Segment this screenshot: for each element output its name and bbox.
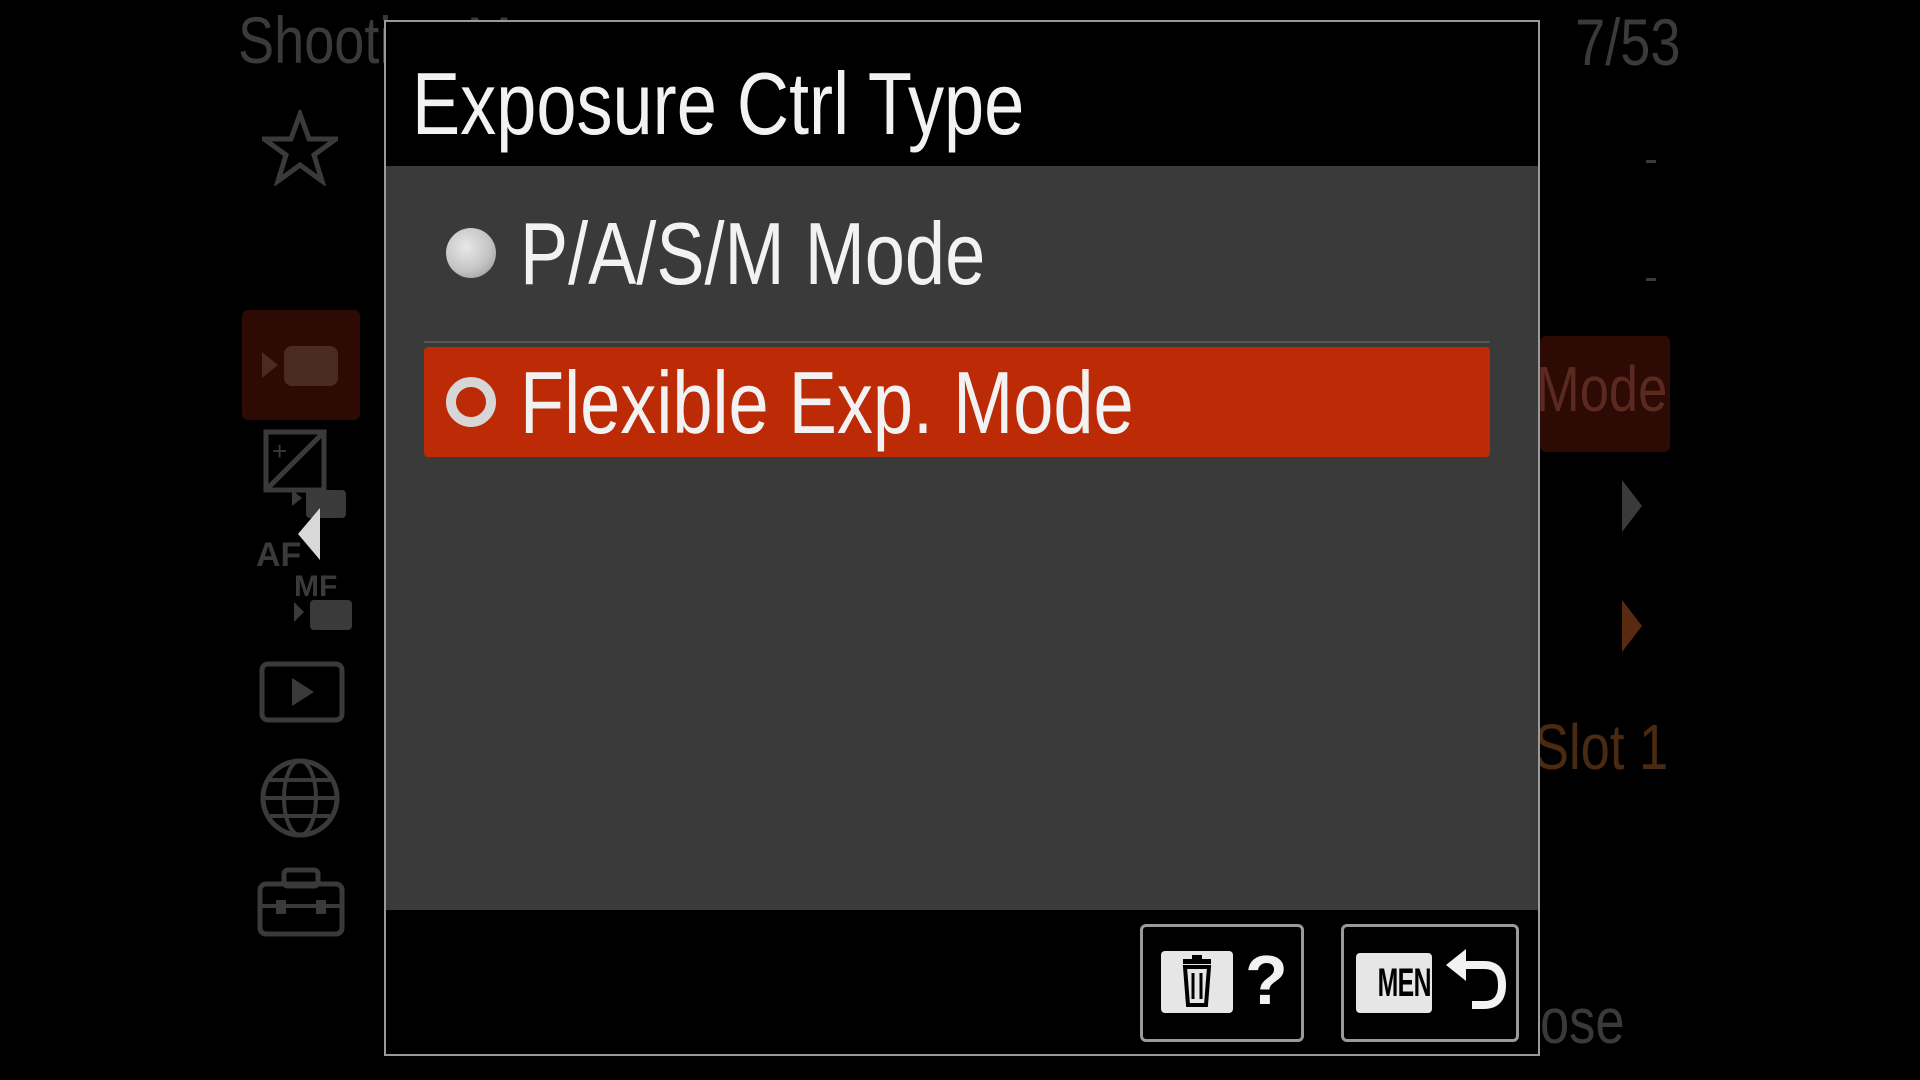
back-arrow-icon: [1446, 949, 1507, 1009]
option-divider: [424, 341, 1490, 343]
dialog-title: Exposure Ctrl Type: [412, 54, 1025, 153]
background-page-counter: 7/53: [1574, 5, 1680, 79]
background-dash-1: [1646, 160, 1656, 163]
dialog-footer: ? MENU: [386, 910, 1538, 1054]
exposure-comp-icon: +: [263, 429, 346, 518]
option-label: P/A/S/M Mode: [520, 204, 986, 303]
radio-selected-icon: [446, 377, 496, 427]
globe-icon: [260, 758, 340, 838]
option-flexible-exp-mode[interactable]: Flexible Exp. Mode: [424, 347, 1490, 457]
menu-key-label: MENU: [1356, 953, 1432, 1013]
playback-icon: [259, 661, 345, 723]
dialog-options-panel: P/A/S/M Mode Flexible Exp. Mode: [386, 166, 1538, 910]
background-item-close: ose: [1540, 985, 1625, 1057]
background-right-arrow-2: [1622, 600, 1642, 652]
background-item-slot: Slot 1: [1534, 711, 1669, 783]
camera-screen: Shooting Menu 7/53 + AF MF: [0, 0, 1920, 1080]
delete-help-button[interactable]: ?: [1140, 924, 1304, 1042]
star-icon: [262, 110, 338, 186]
background-item-mode: Mode: [1536, 353, 1668, 425]
background-right-arrow-1: [1622, 480, 1642, 532]
dialog-header: Exposure Ctrl Type: [386, 22, 1538, 166]
background-dash-2: [1646, 278, 1656, 281]
svg-text:MF: MF: [294, 570, 337, 603]
menu-back-button[interactable]: MENU: [1341, 924, 1519, 1042]
trash-icon: [1161, 951, 1233, 1013]
exposure-ctrl-type-dialog: Exposure Ctrl Type P/A/S/M Mode Flexible…: [384, 20, 1540, 1056]
menu-label: MENU: [1377, 961, 1432, 1005]
toolbox-icon: [257, 867, 345, 937]
radio-unselected-icon: [446, 228, 496, 278]
movie-camera-icon: [262, 346, 338, 386]
option-label: Flexible Exp. Mode: [520, 353, 1134, 452]
help-icon: ?: [1245, 941, 1288, 1019]
af-mf-icon: AF MF: [256, 536, 352, 630]
svg-text:AF: AF: [256, 536, 301, 574]
option-pasm-mode[interactable]: P/A/S/M Mode: [424, 198, 1490, 308]
svg-text:+: +: [272, 436, 287, 466]
